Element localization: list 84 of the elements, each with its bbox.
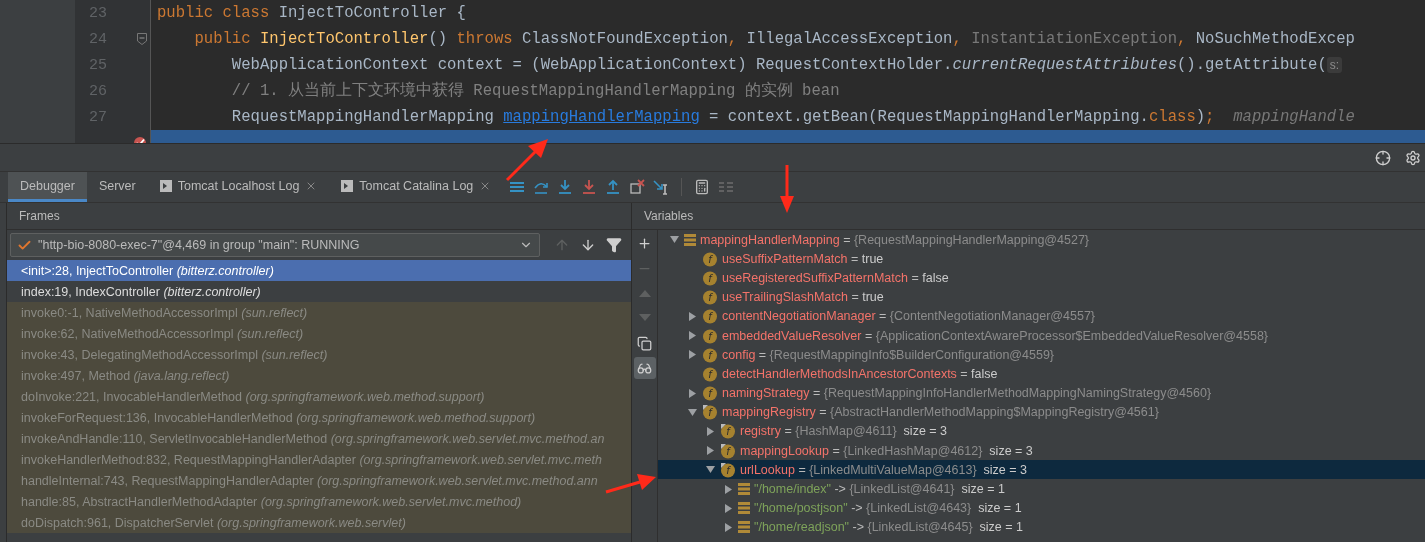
- variable-text: mappingRegistry = {AbstractHandlerMethodMapping$MappingRegistry@4561}: [721, 405, 1159, 420]
- right-triangle-icon[interactable]: [687, 331, 697, 341]
- field-icon: f: [702, 250, 718, 267]
- right-triangle-icon[interactable]: [723, 522, 733, 532]
- field-icon: f: [720, 442, 736, 459]
- tab[interactable]: Tomcat Localhost Log: [147, 172, 330, 202]
- calculator-icon[interactable]: [694, 179, 711, 195]
- settings-icon[interactable]: [1405, 149, 1421, 166]
- filter-icon[interactable]: [606, 237, 622, 253]
- variable-text: mappingHandlerMapping = {RequestMappingHandlerMapping@4527}: [699, 232, 1089, 247]
- variable-text: "/home/readjson" -> {LinkedList@4645} size = 1: [753, 520, 1023, 535]
- thread-dropdown[interactable]: "http-bio-8080-exec-7"@4,469 in group "main": RUNNING: [10, 233, 540, 257]
- variable-row[interactable]: "/home/readjson" -> {LinkedList@4645} size = 1: [658, 517, 1425, 537]
- right-triangle-icon[interactable]: [723, 503, 733, 513]
- code-line: RequestMappingHandlerMapping mappingHandlerMapping = context.getBean(RequestMappingHandlerMapping.class); mappingHandle: [230, 107, 1356, 128]
- variable-row[interactable]: f config = {RequestMappingInfo$BuilderConfiguration@4559}: [658, 345, 1425, 365]
- code-line: public class InjectToController {: [156, 3, 467, 24]
- variable-text: mappingLookup = {LinkedHashMap@4612} size = 3: [739, 443, 1033, 458]
- fold-icon[interactable]: [137, 33, 147, 45]
- variable-text: "/home/postjson" -> {LinkedList@4643} size = 1: [753, 501, 1022, 516]
- panel-title: Variables: [632, 203, 1425, 230]
- cross-frame-icon[interactable]: [629, 179, 646, 195]
- variable-row[interactable]: f useRegisteredSuffixPatternMatch = false: [658, 268, 1425, 288]
- tab[interactable]: Tomcat Catalina Log: [329, 172, 504, 202]
- lines-icon[interactable]: [509, 179, 526, 195]
- field-icon: f: [702, 289, 718, 306]
- field-icon: f: [702, 365, 718, 382]
- variable-row[interactable]: f useTrailingSlashMatch = true: [658, 287, 1425, 307]
- variable-row[interactable]: mappingHandlerMapping = {RequestMappingHandlerMapping@4527}: [658, 230, 1425, 250]
- variable-text: urlLookup = {LinkedMultiValueMap@4613} size = 3: [739, 462, 1027, 477]
- variable-text: useRegisteredSuffixPatternMatch = false: [721, 270, 949, 285]
- tab[interactable]: Debugger: [8, 172, 87, 202]
- variable-text: useSuffixPatternMatch = true: [721, 251, 884, 266]
- frame-item[interactable]: <init>:28, InjectToController (bitterz.controller): [7, 260, 631, 281]
- variable-row[interactable]: f embeddedValueResolver = {ApplicationContextAwareProcessor$EmbeddedValueResolver@4558}: [658, 325, 1425, 346]
- variable-row[interactable]: f urlLookup = {LinkedMultiValueMap@4613} size = 3: [658, 460, 1425, 480]
- variable-row[interactable]: f mappingLookup = {LinkedHashMap@4612} size = 3: [658, 441, 1425, 461]
- variable-row[interactable]: "/home/postjson" -> {LinkedList@4643} size = 1: [658, 498, 1425, 518]
- right-triangle-icon[interactable]: [723, 484, 733, 494]
- variable-row[interactable]: "/home/index" -> {LinkedList@4641} size = 1: [658, 479, 1425, 499]
- down-triangle-icon[interactable]: [669, 235, 679, 245]
- field-icon: f: [720, 423, 736, 440]
- down-arrow-icon[interactable]: [557, 179, 574, 195]
- annotation-arrow: [780, 165, 794, 213]
- variable-text: embeddedValueResolver = {ApplicationContextAwareProcessor$EmbeddedValueResolver@4558}: [721, 328, 1269, 343]
- field-icon: f: [702, 327, 718, 344]
- console-icon: [159, 179, 172, 192]
- variable-text: registry = {HashMap@4611} size = 3: [739, 424, 948, 439]
- crosshair-icon[interactable]: [1375, 149, 1391, 166]
- field-icon: f: [702, 404, 718, 421]
- field-icon: f: [702, 346, 718, 363]
- tab[interactable]: Server: [86, 172, 148, 202]
- variable-text: config = {RequestMappingInfo$BuilderConfiguration@4559}: [721, 347, 1055, 362]
- field-icon: f: [702, 269, 718, 286]
- code-line: WebApplicationContext context = (WebApplicationContext) RequestContextHolder.currentRequestAttributes().getAttribute( s:: [151, 52, 1425, 78]
- field-icon: f: [720, 461, 736, 478]
- arrow-cursor-icon[interactable]: [653, 179, 670, 195]
- field-icon: f: [702, 308, 718, 325]
- right-triangle-icon[interactable]: [687, 311, 697, 321]
- variable-text: namingStrategy = {RequestMappingInfoHandlerMethodMappingNamingStrategy@4560}: [721, 386, 1212, 401]
- down-triangle-icon[interactable]: [705, 465, 715, 475]
- down-triangle-icon[interactable]: [687, 407, 697, 417]
- console-icon: [341, 179, 354, 192]
- variable-row[interactable]: f registry = {HashMap@4611} size = 3: [658, 421, 1425, 442]
- variable-row[interactable]: f mappingRegistry = {AbstractHandlerMethodMapping$MappingRegistry@4561}: [658, 402, 1425, 422]
- right-triangle-icon[interactable]: [705, 426, 715, 436]
- variable-text: detectHandlerMethodsInAncestorContexts = false: [721, 366, 998, 381]
- code-line: // 1. 从当前上下文环境中获得 RequestMappingHandlerMapping 的实例 bean: [230, 80, 841, 102]
- variable-row[interactable]: f contentNegotiationManager = {ContentNegotiationManager@4557}: [658, 306, 1425, 326]
- variable-text: useTrailingSlashMatch = true: [721, 290, 884, 305]
- variable-row[interactable]: f useSuffixPatternMatch = true: [658, 249, 1425, 269]
- variable-row[interactable]: f namingStrategy = {RequestMappingInfoHandlerMethodMappingNamingStrategy@4560}: [658, 383, 1425, 403]
- variable-text: "/home/index" -> {LinkedList@4641} size = 1: [753, 482, 1005, 497]
- down-arrow-icon[interactable]: [580, 237, 596, 253]
- right-triangle-icon[interactable]: [705, 446, 715, 456]
- right-triangle-icon[interactable]: [687, 350, 697, 360]
- panel-title: Frames: [7, 203, 631, 230]
- variable-text: contentNegotiationManager = {ContentNegotiationManager@4557}: [721, 309, 1096, 324]
- annotation-arrow: [505, 139, 548, 182]
- field-icon: f: [702, 385, 718, 402]
- code-line: public InjectToController() throws ClassNotFoundException, IllegalAccessException, InstantiationException, NoSuchMethodExcep: [193, 29, 1356, 50]
- right-triangle-icon[interactable]: [687, 388, 697, 398]
- annotation-arrow: [605, 474, 656, 494]
- variable-row[interactable]: f detectHandlerMethodsInAncestorContexts = false: [658, 364, 1425, 384]
